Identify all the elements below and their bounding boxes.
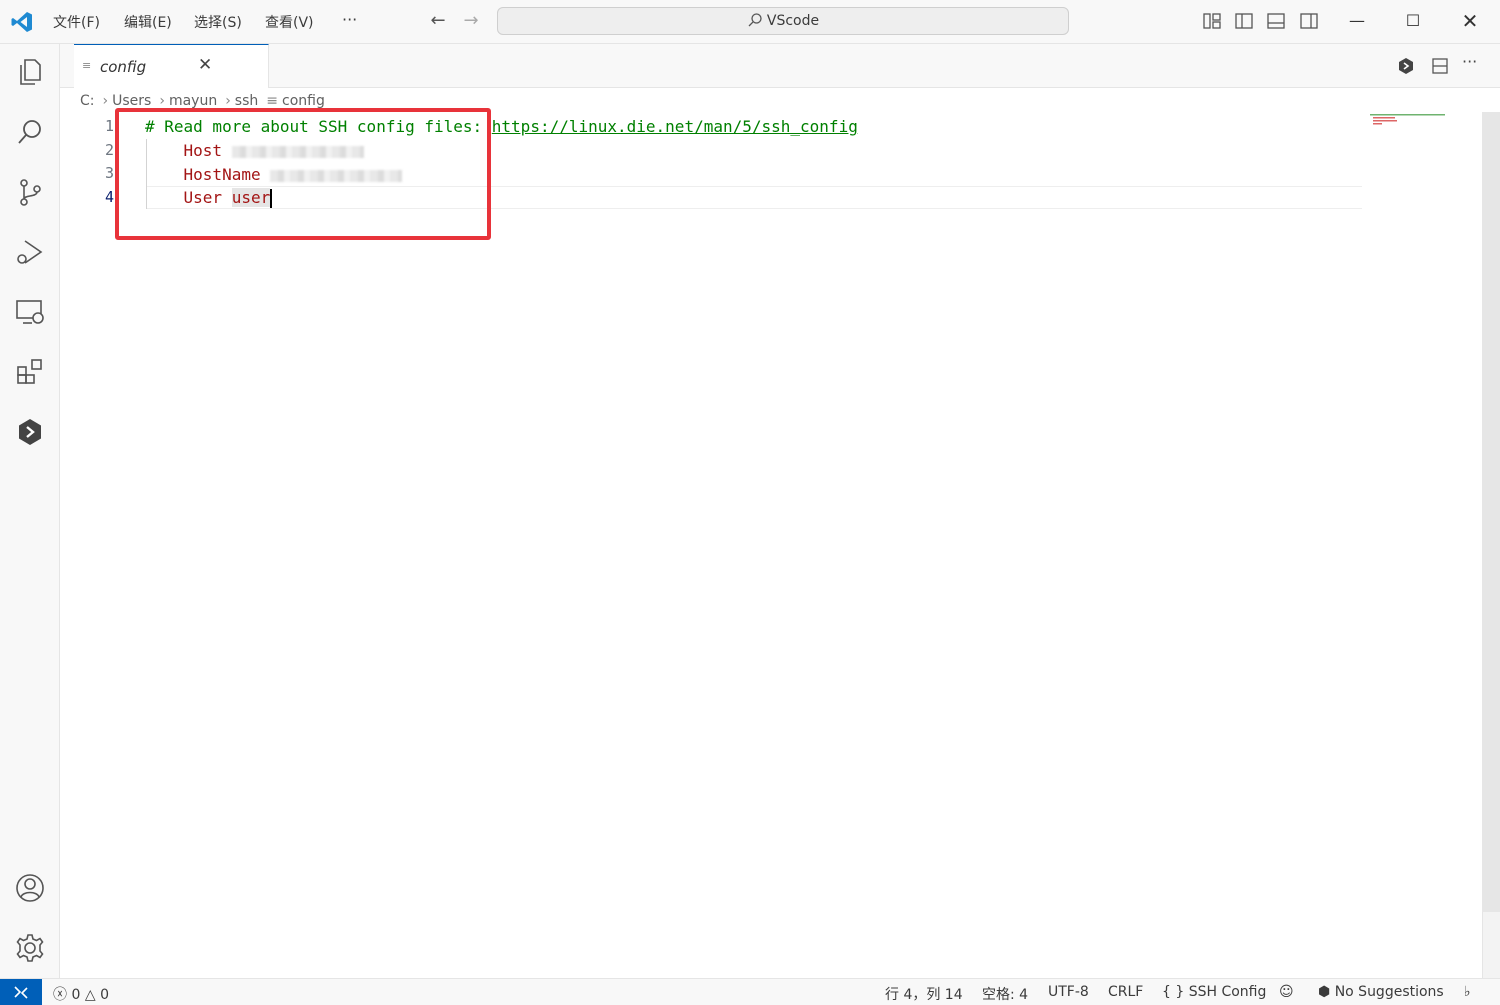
more-actions-icon[interactable]: ···	[1462, 52, 1482, 72]
braces-icon: { }	[1162, 984, 1185, 1000]
editor-tab-bar: ≡ config ✕ ···	[60, 44, 1500, 88]
indentation-setting[interactable]: 空格: 4	[982, 984, 1028, 1004]
menu-edit[interactable]: 编辑(E)	[124, 12, 172, 32]
codeium-extension-icon[interactable]	[14, 416, 46, 448]
extensions-icon[interactable]	[14, 356, 46, 388]
language-label: SSH Config	[1188, 984, 1267, 1000]
scrollbar-thumb[interactable]	[1482, 112, 1500, 912]
codeium-action-icon[interactable]	[1396, 56, 1416, 76]
chevron-right-icon: ›	[225, 93, 231, 109]
tab-label: config	[100, 58, 147, 76]
toggle-panel-icon[interactable]	[1266, 11, 1286, 31]
status-bar: ⓧ 0 △ 0 行 4，列 14 空格: 4 UTF-8 CRLF { } SS…	[0, 978, 1500, 1005]
close-icon[interactable]: ✕	[198, 55, 212, 75]
search-icon	[748, 13, 762, 27]
error-icon: ⓧ	[53, 987, 67, 1003]
minimap[interactable]	[1370, 114, 1450, 126]
source-control-icon[interactable]	[14, 176, 46, 208]
breadcrumb-item-drive[interactable]: C:	[80, 93, 95, 109]
suggestions-label: No Suggestions	[1334, 984, 1444, 1000]
remote-indicator-button[interactable]	[0, 979, 42, 1005]
vscode-logo-icon	[11, 12, 32, 32]
line-number: 1	[104, 117, 114, 135]
remote-explorer-icon[interactable]	[14, 296, 46, 328]
menu-selection[interactable]: 选择(S)	[194, 12, 242, 32]
back-arrow-icon[interactable]: ←	[427, 10, 449, 32]
cursor-position[interactable]: 行 4，列 14	[885, 984, 963, 1004]
warning-icon: △	[84, 987, 96, 1003]
maximize-button[interactable]: ☐	[1398, 6, 1428, 36]
line-number: 2	[104, 141, 114, 159]
toggle-primary-sidebar-icon[interactable]	[1234, 11, 1254, 31]
activity-bar	[0, 44, 60, 978]
command-center-label: VScode	[766, 13, 820, 29]
breadcrumb-item-config[interactable]: config	[282, 93, 325, 109]
language-mode[interactable]: { } SSH Config	[1162, 984, 1266, 1000]
chevron-right-icon: ›	[159, 93, 165, 109]
title-bar: 文件(F) 编辑(E) 选择(S) 查看(V) ··· ← → VScode —…	[0, 0, 1500, 44]
error-count: 0	[71, 987, 81, 1003]
toggle-secondary-sidebar-icon[interactable]	[1299, 11, 1319, 31]
settings-gear-icon[interactable]	[14, 932, 46, 964]
ssh-config-link[interactable]: https://linux.die.net/man/5/ssh_config	[492, 117, 858, 136]
file-lines-icon: ≡	[82, 59, 92, 72]
annotation-highlight-box	[115, 108, 491, 240]
codeium-status-icon: ⬢	[1318, 984, 1331, 1000]
run-debug-icon[interactable]	[14, 236, 46, 268]
line-number: 4	[104, 188, 114, 206]
line-number: 3	[104, 164, 114, 182]
codeium-status[interactable]: ⬢ No Suggestions	[1318, 984, 1444, 1000]
minimize-button[interactable]: —	[1342, 6, 1372, 36]
tab-config[interactable]: ≡ config ✕	[74, 44, 269, 88]
warning-count: 0	[100, 987, 109, 1003]
encoding-setting[interactable]: UTF-8	[1048, 984, 1089, 1000]
code-editor[interactable]: 1 2 3 4 # Read more about SSH config fil…	[60, 112, 1482, 978]
forward-arrow-icon[interactable]: →	[460, 10, 482, 32]
breadcrumb-item-user[interactable]: mayun	[169, 93, 217, 109]
problems-indicator[interactable]: ⓧ 0 △ 0	[53, 984, 109, 1004]
command-center-search[interactable]: VScode	[497, 7, 1069, 35]
menu-file[interactable]: 文件(F)	[53, 12, 100, 32]
breadcrumb-item-ssh[interactable]: ssh	[235, 93, 258, 109]
search-icon[interactable]	[14, 116, 46, 148]
accounts-icon[interactable]	[14, 872, 46, 904]
breadcrumb-item-users[interactable]: Users	[112, 93, 151, 109]
split-editor-icon[interactable]	[1430, 56, 1450, 76]
customize-layout-icon[interactable]	[1202, 11, 1222, 31]
explorer-icon[interactable]	[14, 56, 46, 88]
notifications-bell-icon[interactable]: ♭	[1464, 984, 1471, 1000]
remote-icon	[14, 986, 28, 999]
copilot-icon[interactable]: ☺	[1279, 984, 1294, 1000]
chevron-right-icon: ›	[102, 93, 109, 109]
menu-view[interactable]: 查看(V)	[265, 12, 314, 32]
menu-more[interactable]: ···	[342, 10, 357, 29]
close-window-button[interactable]: ✕	[1455, 6, 1485, 36]
line-ending-setting[interactable]: CRLF	[1108, 984, 1143, 1000]
file-lines-icon: ≡	[266, 93, 278, 109]
